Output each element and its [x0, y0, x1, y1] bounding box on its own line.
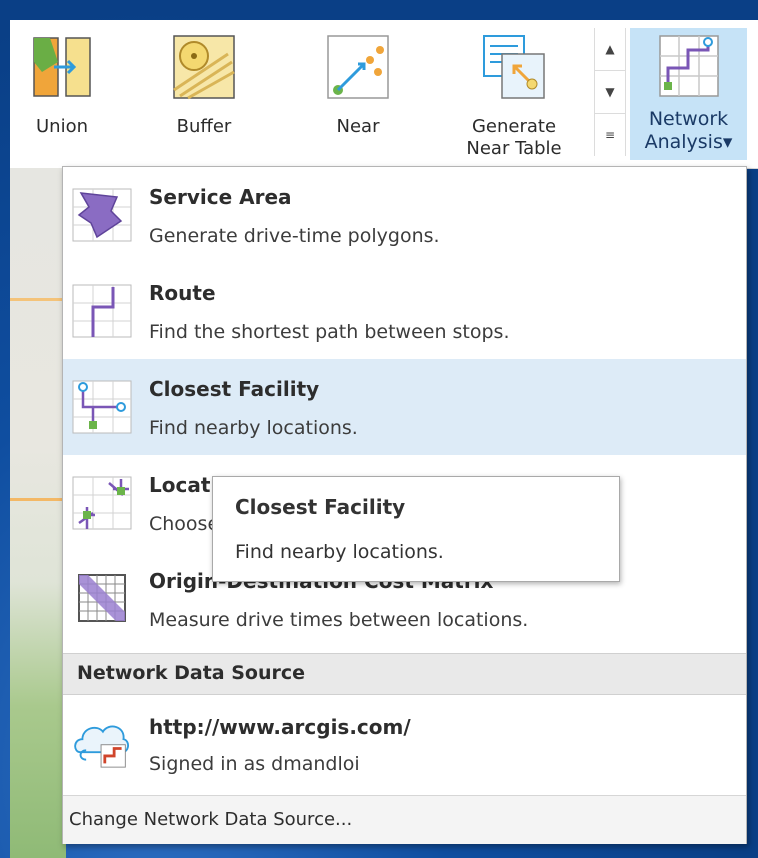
app-window: Union Buffer Near Generate Near Table ▲ … — [10, 20, 758, 858]
union-icon — [33, 37, 91, 97]
buffer-button[interactable]: Buffer — [166, 28, 242, 158]
network-analysis-label-line1: Network — [648, 108, 729, 130]
generate-near-table-button[interactable]: Generate Near Table — [458, 28, 570, 159]
change-network-data-source[interactable]: Change Network Data Source... — [63, 795, 746, 844]
chevron-down-icon: ▾ — [722, 131, 733, 153]
portal-network-icon — [74, 725, 129, 768]
closest-facility-icon — [72, 380, 132, 434]
data-source-signed-in: Signed in as dmandloi — [149, 753, 360, 775]
network-analysis-icon — [659, 35, 719, 97]
near-icon — [327, 35, 389, 99]
near-label: Near — [336, 116, 380, 137]
menu-item-desc: Generate drive-time polygons. — [149, 225, 440, 247]
menu-item-desc: Measure drive times between locations. — [149, 609, 529, 631]
menu-item-title: Route — [149, 281, 216, 305]
menu-item-route[interactable]: Route Find the shortest path between sto… — [63, 263, 746, 359]
tooltip: Closest Facility Find nearby locations. — [212, 476, 620, 582]
buffer-label: Buffer — [176, 116, 232, 137]
network-analysis-label-line2: Analysis▾ — [644, 131, 733, 153]
tooltip-title: Closest Facility — [235, 495, 406, 519]
network-data-source-header: Network Data Source — [63, 653, 746, 695]
tooltip-desc: Find nearby locations. — [235, 541, 444, 563]
map-view[interactable] — [10, 168, 66, 858]
menu-item-closest-facility[interactable]: Closest Facility Find nearby locations. — [63, 359, 746, 455]
location-allocation-icon — [72, 476, 132, 530]
menu-item-title: Service Area — [149, 185, 292, 209]
service-area-icon — [72, 188, 132, 242]
ribbon: Union Buffer Near Generate Near Table ▲ … — [10, 20, 758, 169]
menu-item-service-area[interactable]: Service Area Generate drive-time polygon… — [63, 167, 746, 263]
menu-item-title: Closest Facility — [149, 377, 320, 401]
gallery-scroll: ▲ ▼ ≡ — [594, 28, 626, 156]
menu-item-desc: Find the shortest path between stops. — [149, 321, 510, 343]
route-icon — [72, 284, 132, 338]
scroll-up-icon[interactable]: ▲ — [595, 28, 625, 71]
union-button[interactable]: Union — [24, 28, 100, 158]
buffer-icon — [173, 35, 235, 100]
menu-item-desc: Find nearby locations. — [149, 417, 358, 439]
expand-gallery-icon[interactable]: ≡ — [595, 114, 625, 156]
near-button[interactable]: Near — [320, 28, 396, 158]
od-cost-matrix-icon — [78, 574, 126, 622]
generate-near-table-icon — [483, 35, 545, 99]
change-data-source-label: Change Network Data Source... — [69, 809, 353, 830]
union-label: Union — [35, 116, 88, 137]
data-source-item[interactable]: http://www.arcgis.com/ Signed in as dman… — [63, 695, 746, 795]
data-source-url: http://www.arcgis.com/ — [149, 715, 411, 739]
scroll-down-icon[interactable]: ▼ — [595, 71, 625, 114]
generate-near-table-label: Generate Near Table — [466, 116, 562, 159]
section-header-label: Network Data Source — [77, 662, 305, 684]
network-analysis-button[interactable]: Network Analysis▾ — [630, 28, 747, 160]
